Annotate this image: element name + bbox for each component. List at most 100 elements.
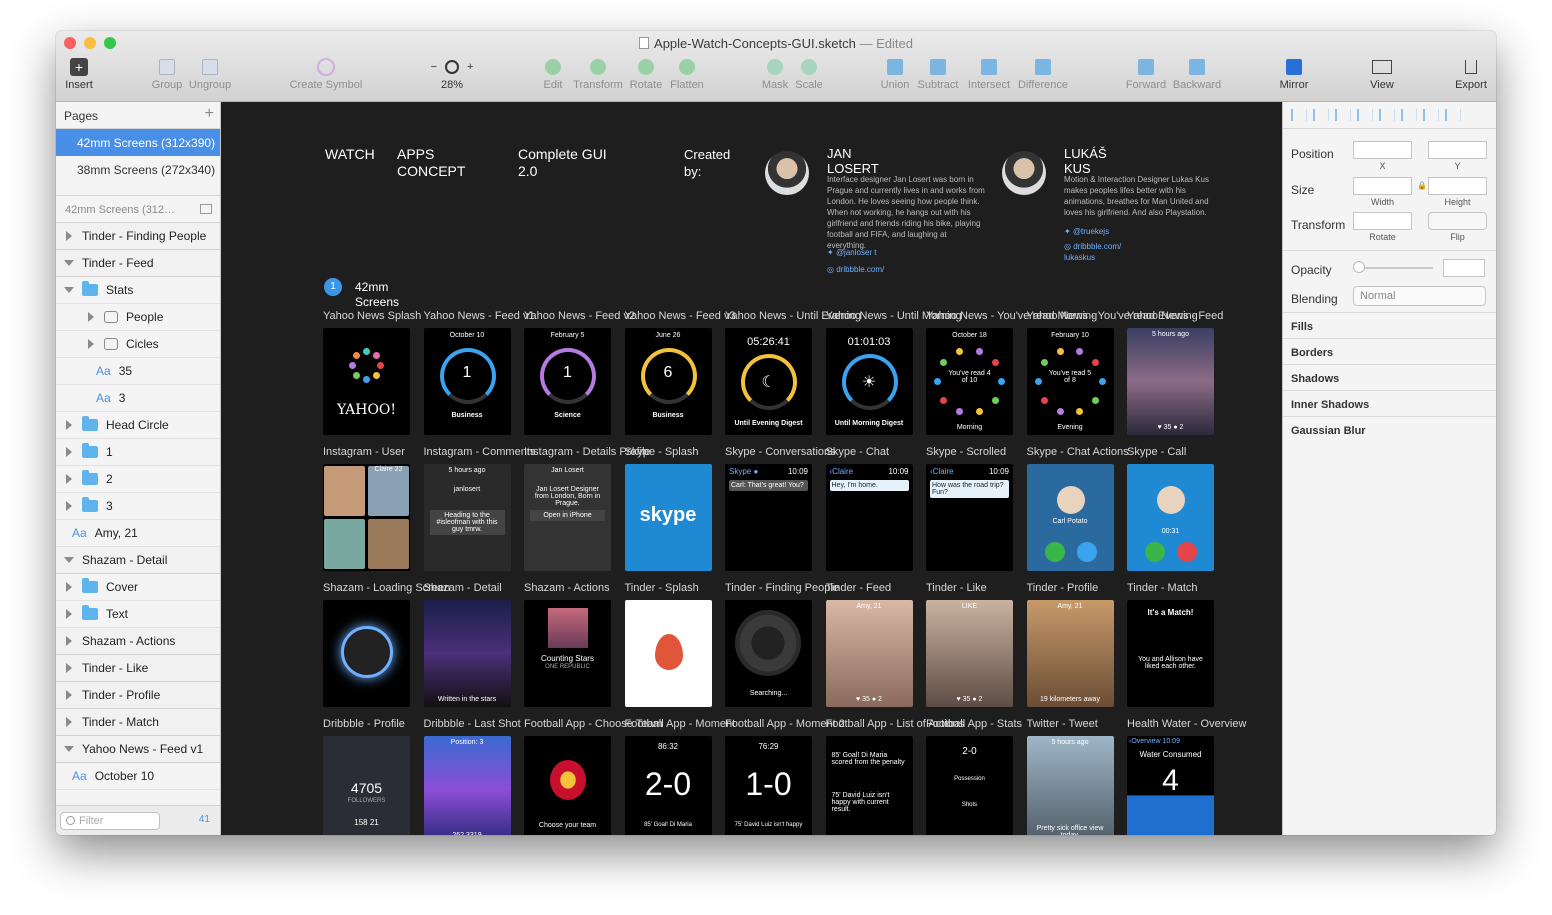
flip-control[interactable] [1428, 212, 1487, 230]
layer-item[interactable]: Cover [56, 574, 220, 601]
artboard[interactable]: October 18 You've read 4 of 10 Morning [926, 328, 1013, 435]
author-dribbble-link[interactable]: ◎ dribbble.com/ [827, 264, 927, 275]
backward-button[interactable]: Backward [1170, 57, 1224, 91]
align-icon[interactable] [1335, 109, 1351, 121]
layer-item[interactable]: Aa 35 [56, 358, 220, 385]
align-icon[interactable] [1313, 109, 1329, 121]
artboard[interactable]: 05:26:41 ☾ Until Evening Digest [725, 328, 812, 435]
artboard[interactable]: Carl Potato [1026, 464, 1114, 571]
artboard[interactable]: skype [624, 464, 712, 571]
artboard-label[interactable]: Dribbble - Last Shot [424, 718, 521, 730]
mirror-button[interactable]: Mirror [1276, 57, 1312, 91]
artboard[interactable]: Amy, 21 19 kilometers away [1026, 600, 1114, 707]
artboard-label[interactable]: Shazam - Actions [524, 582, 610, 594]
artboard[interactable]: ‹Claire 10:09 How was the road trip? Fun? [926, 464, 1013, 571]
artboard[interactable]: ‹Claire 10:09 Hey, I'm home. [825, 464, 913, 571]
disclosure-right-icon[interactable] [66, 636, 72, 646]
disclosure-right-icon[interactable] [66, 663, 72, 673]
forward-button[interactable]: Forward [1124, 57, 1168, 91]
disclosure-down-icon[interactable] [64, 557, 74, 563]
align-icon[interactable] [1357, 109, 1373, 121]
layer-item[interactable]: Yahoo News - Feed v1 [56, 736, 220, 763]
disclosure-right-icon[interactable] [66, 582, 72, 592]
artboard-label[interactable]: Skype - Chat [826, 446, 890, 458]
disclosure-down-icon[interactable] [64, 746, 74, 752]
artboard-label[interactable]: Tinder - Feed [826, 582, 892, 594]
align-icon[interactable] [1445, 109, 1461, 121]
artboard[interactable]: 4705 FOLLOWERS 158 21 [323, 736, 410, 835]
artboard-label[interactable]: Instagram - User [323, 446, 405, 458]
disclosure-down-icon[interactable] [64, 287, 74, 293]
artboard[interactable] [323, 600, 410, 707]
transform-button[interactable]: Transform [572, 57, 624, 91]
layer-item[interactable]: Tinder - Profile [56, 682, 220, 709]
artboard-label[interactable]: Yahoo News - Feed v2 [524, 310, 635, 322]
collapse-icon[interactable] [200, 204, 212, 214]
artboard[interactable]: Position: 3 262 3319 [423, 736, 511, 835]
layer-item[interactable]: People [56, 304, 220, 331]
artboard[interactable]: Skype ● 10:09 Carl: That's great! You? [725, 464, 812, 571]
layer-item[interactable]: Cicles [56, 331, 220, 358]
author-twitter-link[interactable]: ✦ @truekejs [1064, 226, 1164, 237]
artboard-label[interactable]: Skype - Chat Actions [1027, 446, 1129, 458]
artboard-label[interactable]: Yahoo News Splash [323, 310, 421, 322]
rotate-field[interactable] [1353, 212, 1412, 230]
artboard-label[interactable]: Skype - Call [1127, 446, 1186, 458]
artboard-label[interactable]: Health Water - Overview [1127, 718, 1246, 730]
artboard[interactable]: February 5 1 Science [524, 328, 611, 435]
artboard[interactable]: Written in the stars [423, 600, 511, 707]
artboard-label[interactable]: Football App - Moment [625, 718, 736, 730]
disclosure-right-icon[interactable] [66, 501, 72, 511]
disclosure-right-icon[interactable] [66, 420, 72, 430]
disclosure-right-icon[interactable] [66, 474, 72, 484]
group-button[interactable]: Group [150, 57, 184, 91]
opacity-slider-knob[interactable] [1353, 261, 1365, 273]
layer-item[interactable]: Aa 3 [56, 385, 220, 412]
artboard-label[interactable]: Shazam - Detail [424, 582, 502, 594]
accept-call-icon[interactable] [1145, 542, 1165, 562]
opacity-field[interactable] [1443, 259, 1485, 277]
artboard[interactable]: 5 hours ago ♥ 35 ● 2 [1127, 328, 1214, 435]
layer-item[interactable]: Tinder - Like [56, 655, 220, 682]
artboard[interactable]: ‹Overview 10:09 Water Consumed 4 [1127, 736, 1214, 835]
artboard[interactable]: Claire 22 [323, 464, 410, 571]
accept-call-icon[interactable] [1044, 542, 1065, 562]
intersect-button[interactable]: Intersect [966, 57, 1012, 91]
add-page-button[interactable]: + [205, 105, 214, 123]
decline-call-icon[interactable] [1076, 542, 1097, 562]
artboard-label[interactable]: Skype - Scrolled [926, 446, 1006, 458]
width-field[interactable] [1353, 177, 1412, 195]
artboard[interactable]: Amy, 21 ♥ 35 ● 2 [825, 600, 913, 707]
disclosure-right-icon[interactable] [88, 339, 94, 349]
artboard-label[interactable]: Instagram - Comments [424, 446, 536, 458]
current-page-group[interactable]: 42mm Screens (312… [56, 195, 220, 223]
opacity-slider[interactable] [1355, 267, 1433, 269]
artboard[interactable]: 2-0 Possession Shots [926, 736, 1013, 835]
artboard[interactable]: October 10 1 Business [423, 328, 511, 435]
rotate-button[interactable]: Rotate [628, 57, 664, 91]
disclosure-right-icon[interactable] [66, 231, 72, 241]
layer-item[interactable]: Tinder - Match [56, 709, 220, 736]
decline-call-icon[interactable] [1177, 542, 1197, 562]
disclosure-right-icon[interactable] [88, 312, 94, 322]
artboard-label[interactable]: Yahoo News - Feed [1127, 310, 1223, 322]
difference-button[interactable]: Difference [1016, 57, 1070, 91]
artboard-label[interactable]: Skype - Splash [625, 446, 699, 458]
layer-item[interactable]: Shazam - Detail [56, 547, 220, 574]
artboard[interactable]: LIKE ♥ 35 ● 2 [926, 600, 1013, 707]
layer-item[interactable]: Head Circle [56, 412, 220, 439]
artboard-label[interactable]: Football App - Stats [926, 718, 1022, 730]
filter-input[interactable]: Filter [60, 812, 160, 830]
layer-item[interactable]: Aa Amy, 21 [56, 520, 220, 547]
blending-select[interactable]: Normal [1353, 286, 1486, 306]
layer-item[interactable]: Aa October 10 [56, 763, 220, 790]
artboard[interactable]: 86:32 2-0 85' Goal! Di Maria [624, 736, 712, 835]
create-symbol-button[interactable]: Create Symbol [288, 57, 364, 91]
artboard[interactable]: June 26 6 Business [624, 328, 712, 435]
disclosure-right-icon[interactable] [66, 690, 72, 700]
artboard-label[interactable]: Dribbble - Profile [323, 718, 405, 730]
artboard[interactable] [624, 600, 712, 707]
artboard-label[interactable]: Skype - Conversations [725, 446, 836, 458]
align-icon[interactable] [1423, 109, 1439, 121]
artboard[interactable]: 5 hours ago Pretty sick office view today… [1026, 736, 1114, 835]
